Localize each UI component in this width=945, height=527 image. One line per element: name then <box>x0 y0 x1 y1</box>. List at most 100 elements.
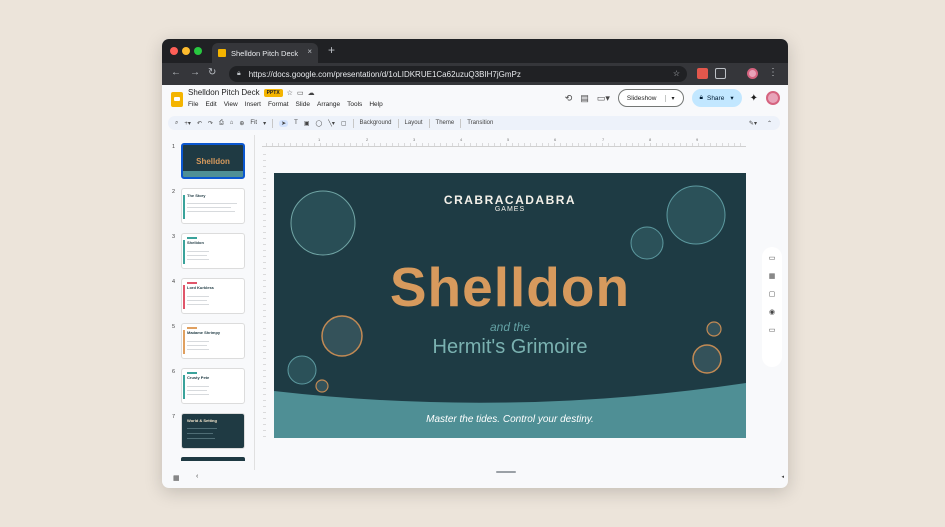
transition-button[interactable]: Transition <box>467 120 493 126</box>
comments-icon[interactable]: ▤ <box>580 93 589 104</box>
extension-icon[interactable] <box>697 68 708 79</box>
menu-insert[interactable]: Insert <box>245 101 261 108</box>
extensions-puzzle-icon[interactable] <box>715 68 726 79</box>
undo-icon[interactable]: ↶ <box>197 120 202 127</box>
redo-icon[interactable]: ↷ <box>208 120 213 127</box>
layout-button[interactable]: Layout <box>405 120 423 126</box>
reload-button[interactable]: ↻ <box>208 67 216 78</box>
filmstrip-divider[interactable] <box>254 135 255 470</box>
new-slide-icon[interactable]: +▾ <box>184 120 191 127</box>
google-slides-logo-icon[interactable] <box>171 92 183 107</box>
browser-menu-icon[interactable]: ⋮ <box>768 67 778 78</box>
slide-thumbnail-5[interactable]: Madame Shrimpy <box>181 323 245 359</box>
menu-view[interactable]: View <box>224 101 238 108</box>
forward-button[interactable]: → <box>190 67 200 78</box>
slide-thumbnail-4[interactable]: Lord Kurkless <box>181 278 245 314</box>
new-tab-button[interactable]: + <box>328 43 335 57</box>
slide-thumbnail-3[interactable]: Shelldon <box>181 233 245 269</box>
version-history-icon[interactable]: ⟲ <box>565 93 573 104</box>
thumb-accent <box>183 375 185 399</box>
line-icon[interactable]: ╲▾ <box>328 120 335 127</box>
lock-icon: 🔒︎ <box>237 70 241 77</box>
ruler-tick-label: 9 <box>696 137 699 142</box>
text-box-icon[interactable]: T <box>294 120 298 126</box>
comment-add-icon[interactable]: ▢ <box>341 120 347 127</box>
user-avatar[interactable] <box>766 91 780 105</box>
thumb-text-line <box>187 300 207 301</box>
bookmark-star-icon[interactable]: ☆ <box>673 69 680 78</box>
thumb-title: Shelldon <box>196 157 230 166</box>
menu-format[interactable]: Format <box>268 101 289 108</box>
tab-close-icon[interactable]: × <box>307 47 312 56</box>
slide-thumbnail-1[interactable]: Shelldon <box>181 143 245 179</box>
thumb-label-bar <box>187 327 197 329</box>
zoom-dropdown-icon[interactable]: ▾ <box>263 120 266 127</box>
calendar-icon[interactable]: ▦ <box>769 272 776 280</box>
menu-edit[interactable]: Edit <box>205 101 216 108</box>
insert-image-icon[interactable]: ▣ <box>304 120 310 127</box>
move-folder-icon[interactable]: ▭ <box>297 89 304 97</box>
slide-thumbnail-7[interactable]: World & Setting <box>181 413 245 449</box>
ruler-tick-label: 1 <box>318 137 321 142</box>
grid-view-icon[interactable]: ▦ <box>173 474 180 482</box>
record-icon[interactable]: ◉ <box>769 308 775 316</box>
slide-canvas[interactable]: CRABRACADABRA GAMES Shelldon and the Her… <box>274 173 746 438</box>
select-cursor-icon[interactable]: ➤ <box>279 119 289 127</box>
maximize-window-button[interactable] <box>194 47 202 55</box>
profile-avatar[interactable] <box>747 68 758 79</box>
document-title[interactable]: Shelldon Pitch Deck <box>188 88 260 97</box>
browser-tab[interactable]: Shelldon Pitch Deck × <box>212 43 318 63</box>
collapse-toolbar-icon[interactable]: ⌃ <box>767 120 772 127</box>
scroll-arrow-icon[interactable]: ◂ <box>781 474 784 480</box>
slide-title: Shelldon <box>389 256 631 318</box>
keep-icon[interactable]: ▭ <box>769 254 776 262</box>
menu-help[interactable]: Help <box>369 101 382 108</box>
theme-button[interactable]: Theme <box>436 120 455 126</box>
share-button[interactable]: 🔒︎ Share ▾ <box>691 89 742 107</box>
company-subname: GAMES <box>494 206 526 213</box>
shape-icon[interactable]: ◯ <box>315 120 322 127</box>
paint-format-icon[interactable]: ⌂ <box>230 120 234 126</box>
pen-mode-icon[interactable]: ✎▾ <box>749 120 757 127</box>
toolbar-divider <box>352 118 354 128</box>
back-button[interactable]: ← <box>171 67 181 78</box>
close-window-button[interactable] <box>170 47 178 55</box>
thumb-text-line <box>187 259 209 260</box>
collapse-filmstrip-icon[interactable]: ‹ <box>196 473 198 480</box>
cloud-saved-icon[interactable]: ☁ <box>308 89 315 97</box>
ruler-tick-label: 4 <box>460 137 463 142</box>
print-icon[interactable]: ⎙ <box>219 120 224 127</box>
share-label: Share <box>706 94 725 102</box>
slideshow-button[interactable]: Slideshow ▾ <box>617 89 684 107</box>
share-dropdown-icon[interactable]: ▾ <box>730 94 733 102</box>
editing-toolbar: ⌕ +▾ ↶ ↷ ⎙ ⌂ ⊕ Fit ▾ ➤ T ▣ ◯ ╲▾ ▢ Backgr… <box>168 116 780 130</box>
slides-favicon-icon <box>218 49 226 57</box>
background-button[interactable]: Background <box>360 120 392 126</box>
slide-thumbnail-8-partial[interactable] <box>181 457 245 461</box>
meet-camera-icon[interactable]: ▭▾ <box>597 93 610 104</box>
menu-arrange[interactable]: Arrange <box>317 101 340 108</box>
minimize-window-button[interactable] <box>182 47 190 55</box>
url-field[interactable]: 🔒︎ https://docs.google.com/presentation/… <box>229 66 687 82</box>
vertical-ruler <box>258 151 266 441</box>
ruler-tick-label: 5 <box>507 137 510 142</box>
toolbar-divider <box>460 118 462 128</box>
toolbar-divider <box>272 118 274 128</box>
menu-slide[interactable]: Slide <box>296 101 310 108</box>
tasks-icon[interactable]: ▢ <box>769 290 776 298</box>
contacts-icon[interactable]: ▭ <box>769 326 776 334</box>
gemini-sparkle-icon[interactable]: ✦ <box>750 93 758 104</box>
menu-file[interactable]: File <box>188 101 198 108</box>
slideshow-dropdown-icon[interactable]: ▾ <box>664 94 675 102</box>
slide-thumbnail-2[interactable]: The Story <box>181 188 245 224</box>
menu-tools[interactable]: Tools <box>347 101 362 108</box>
zoom-icon[interactable]: ⊕ <box>239 120 244 127</box>
toolbar-divider <box>397 118 399 128</box>
zoom-select[interactable]: Fit <box>250 120 257 126</box>
slide-thumbnail-6[interactable]: Crusty Pete <box>181 368 245 404</box>
bubble-decoration <box>287 355 317 385</box>
star-icon[interactable]: ☆ <box>287 89 293 97</box>
thumb-label-bar <box>187 282 197 284</box>
ruler-tick-label: 8 <box>649 137 652 142</box>
search-menus-icon[interactable]: ⌕ <box>175 120 178 127</box>
